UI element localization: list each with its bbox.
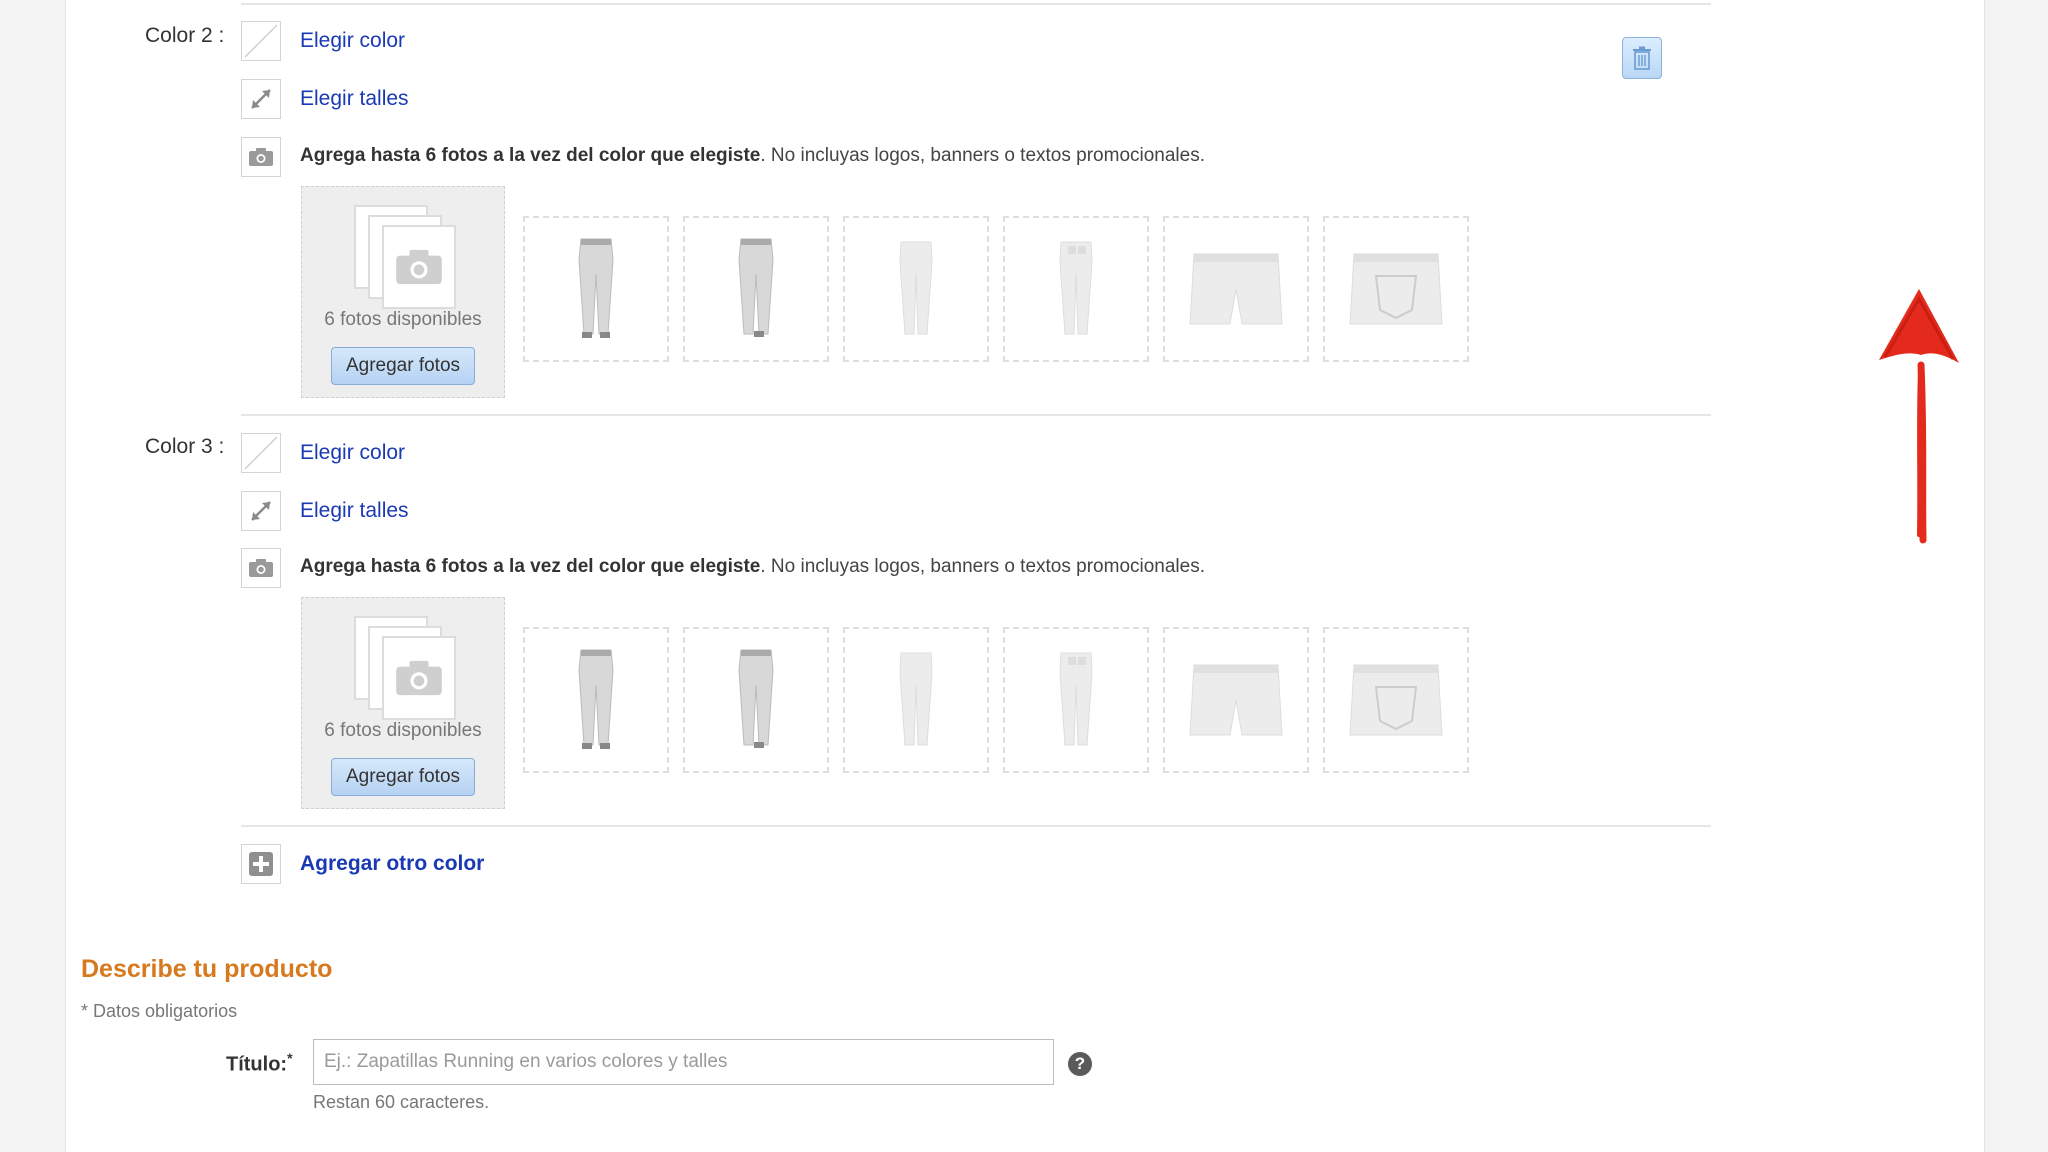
trash-icon (1633, 46, 1651, 70)
chars-left: Restan 60 caracteres. (313, 1092, 490, 1112)
upload-dropzone[interactable]: 6 fotos disponibles Agregar fotos (301, 597, 505, 809)
color-swatch-box[interactable] (241, 433, 281, 473)
choose-color-link[interactable]: Elegir color (300, 29, 405, 53)
choose-color-link[interactable]: Elegir color (300, 441, 405, 465)
color-label: Color 2 : (145, 24, 225, 47)
sizes-box[interactable] (241, 491, 281, 531)
photo-placeholder-front (523, 216, 669, 362)
photos-available: 6 fotos disponibles (324, 309, 482, 330)
help-icon[interactable]: ? (1068, 1052, 1092, 1076)
required-note: * Datos obligatorios (81, 1001, 238, 1021)
add-color-box[interactable] (241, 844, 281, 884)
title-input[interactable] (313, 1039, 1054, 1085)
sizes-box[interactable] (241, 79, 281, 119)
photo-placeholder-waist-front (1163, 216, 1309, 362)
resize-icon (251, 501, 271, 521)
photo-placeholder-waist-back (1323, 627, 1469, 773)
photo-hint-rest: . No incluyas logos, banners o textos pr… (760, 556, 1206, 577)
photo-placeholder-back (683, 627, 829, 773)
photo-hint: Agrega hasta 6 fotos a la vez del color … (300, 145, 1205, 167)
photos-available: 6 fotos disponibles (324, 720, 482, 741)
delete-color-button[interactable] (1622, 37, 1662, 79)
required-mark: * (287, 1050, 293, 1066)
title-label: Título:* (226, 1050, 293, 1077)
color-swatch-icon (244, 436, 278, 470)
plus-icon (249, 852, 273, 876)
photo-hint-rest: . No incluyas logos, banners o textos pr… (760, 145, 1206, 166)
photo-placeholder-flat-front (843, 216, 989, 362)
color-label: Color 3 : (145, 435, 225, 458)
camera-box (241, 548, 281, 588)
title-label-text: Título: (226, 1053, 288, 1076)
divider-top (241, 3, 1711, 5)
photo-placeholder-flat-front (843, 627, 989, 773)
add-photos-button[interactable]: Agregar fotos (331, 758, 475, 796)
choose-sizes-link[interactable]: Elegir talles (300, 499, 409, 523)
camera-icon (249, 148, 273, 166)
camera-box (241, 137, 281, 177)
add-photos-button[interactable]: Agregar fotos (331, 347, 475, 385)
resize-icon (251, 89, 271, 109)
photo-placeholder-waist-front (1163, 627, 1309, 773)
photo-hint-bold: Agrega hasta 6 fotos a la vez del color … (300, 556, 761, 577)
photo-placeholder-flat-back (1003, 627, 1149, 773)
divider-add-color (241, 825, 1711, 827)
camera-icon (249, 559, 273, 577)
photo-hint: Agrega hasta 6 fotos a la vez del color … (300, 556, 1205, 578)
photo-placeholder-flat-back (1003, 216, 1149, 362)
photo-placeholder-waist-back (1323, 216, 1469, 362)
photo-hint-bold: Agrega hasta 6 fotos a la vez del color … (300, 145, 761, 166)
color-swatch-icon (244, 24, 278, 58)
upload-dropzone[interactable]: 6 fotos disponibles Agregar fotos (301, 186, 505, 398)
section-title: Describe tu producto (81, 955, 333, 983)
choose-sizes-link[interactable]: Elegir talles (300, 87, 409, 111)
photo-placeholder-back (683, 216, 829, 362)
color-swatch-box[interactable] (241, 21, 281, 61)
annotation-arrow-icon (1879, 289, 1959, 544)
photo-placeholder-front (523, 627, 669, 773)
divider-color-3 (241, 414, 1711, 416)
add-color-link[interactable]: Agregar otro color (300, 852, 484, 876)
